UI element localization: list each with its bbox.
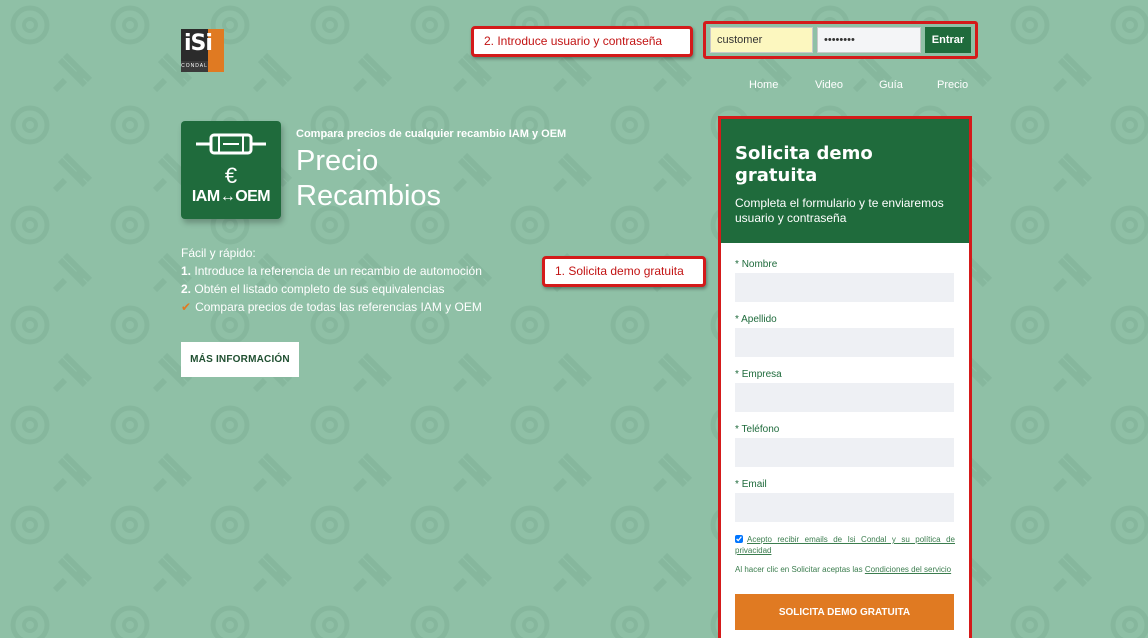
isi-condal-logo[interactable]: iSi CONDAL	[181, 29, 224, 72]
feature-step-1: 1. Introduce la referencia de un recambi…	[181, 264, 482, 278]
product-icon: € IAM↔OEM	[181, 121, 281, 219]
form-description: Completa el formulario y te enviaremos u…	[735, 196, 944, 225]
form-header: Solicita demo gratuita Completa el formu…	[721, 119, 969, 243]
demo-instruction-callout: 1. Solicita demo gratuita	[542, 256, 706, 287]
apellido-label: * Apellido	[735, 314, 777, 325]
title-line-2: Recambios	[296, 180, 442, 212]
euro-symbol: €	[224, 163, 238, 188]
more-info-button[interactable]: MÁS INFORMACIÓN	[181, 342, 299, 377]
password-input[interactable]	[817, 27, 921, 53]
apellido-input[interactable]	[735, 328, 954, 357]
login-button[interactable]: Entrar	[925, 27, 971, 53]
check-icon: ✔	[181, 300, 192, 314]
nav-guia[interactable]: Guía	[879, 79, 903, 91]
terms-text: Al hacer clic en Solicitar aceptas las C…	[735, 565, 952, 574]
nav-home[interactable]: Home	[749, 79, 778, 91]
background-pattern	[0, 0, 1148, 638]
page-title: Precio Recambios	[296, 144, 516, 214]
telefono-input[interactable]	[735, 438, 954, 467]
empresa-input[interactable]	[735, 383, 954, 412]
username-input[interactable]	[710, 27, 813, 53]
privacy-policy-link[interactable]: Acepto recibir emails de Isi Condal y su…	[735, 535, 955, 555]
demo-request-form: Solicita demo gratuita Completa el formu…	[718, 116, 972, 638]
feature-intro: Fácil y rápido:	[181, 246, 256, 260]
nav-precio[interactable]: Precio	[937, 79, 968, 91]
hero-subtitle: Compara precios de cualquier recambio IA…	[296, 128, 567, 140]
logo-subtext: CONDAL	[181, 61, 208, 72]
nav-video[interactable]: Video	[815, 79, 843, 91]
empresa-label: * Empresa	[735, 369, 782, 380]
telefono-label: * Teléfono	[735, 424, 780, 435]
nombre-label: * Nombre	[735, 259, 778, 270]
login-form: Entrar	[703, 21, 978, 59]
title-line-1: Precio	[296, 145, 379, 177]
feature-check-item: ✔ Compara precios de todas las referencia…	[181, 300, 482, 314]
login-instruction-callout: 2. Introduce usuario y contraseña	[471, 26, 693, 57]
fuse-icon	[196, 133, 266, 155]
consent-checkbox-row: Acepto recibir emails de Isi Condal y su…	[735, 534, 955, 556]
submit-demo-button[interactable]: SOLICITA DEMO GRATUITA	[735, 594, 954, 630]
form-title: Solicita demo gratuita	[735, 143, 873, 186]
feature-list: Fácil y rápido: 1. Introduce la referenc…	[181, 244, 482, 316]
iam-oem-label: IAM↔OEM	[191, 188, 271, 205]
logo-text: iSi	[184, 31, 213, 56]
feature-step-2: 2. Obtén el listado completo de sus equi…	[181, 282, 445, 296]
email-label: * Email	[735, 479, 767, 490]
email-input[interactable]	[735, 493, 954, 522]
terms-link[interactable]: Condiciones del servicio	[865, 565, 951, 574]
consent-checkbox[interactable]	[735, 535, 743, 543]
nombre-input[interactable]	[735, 273, 954, 302]
